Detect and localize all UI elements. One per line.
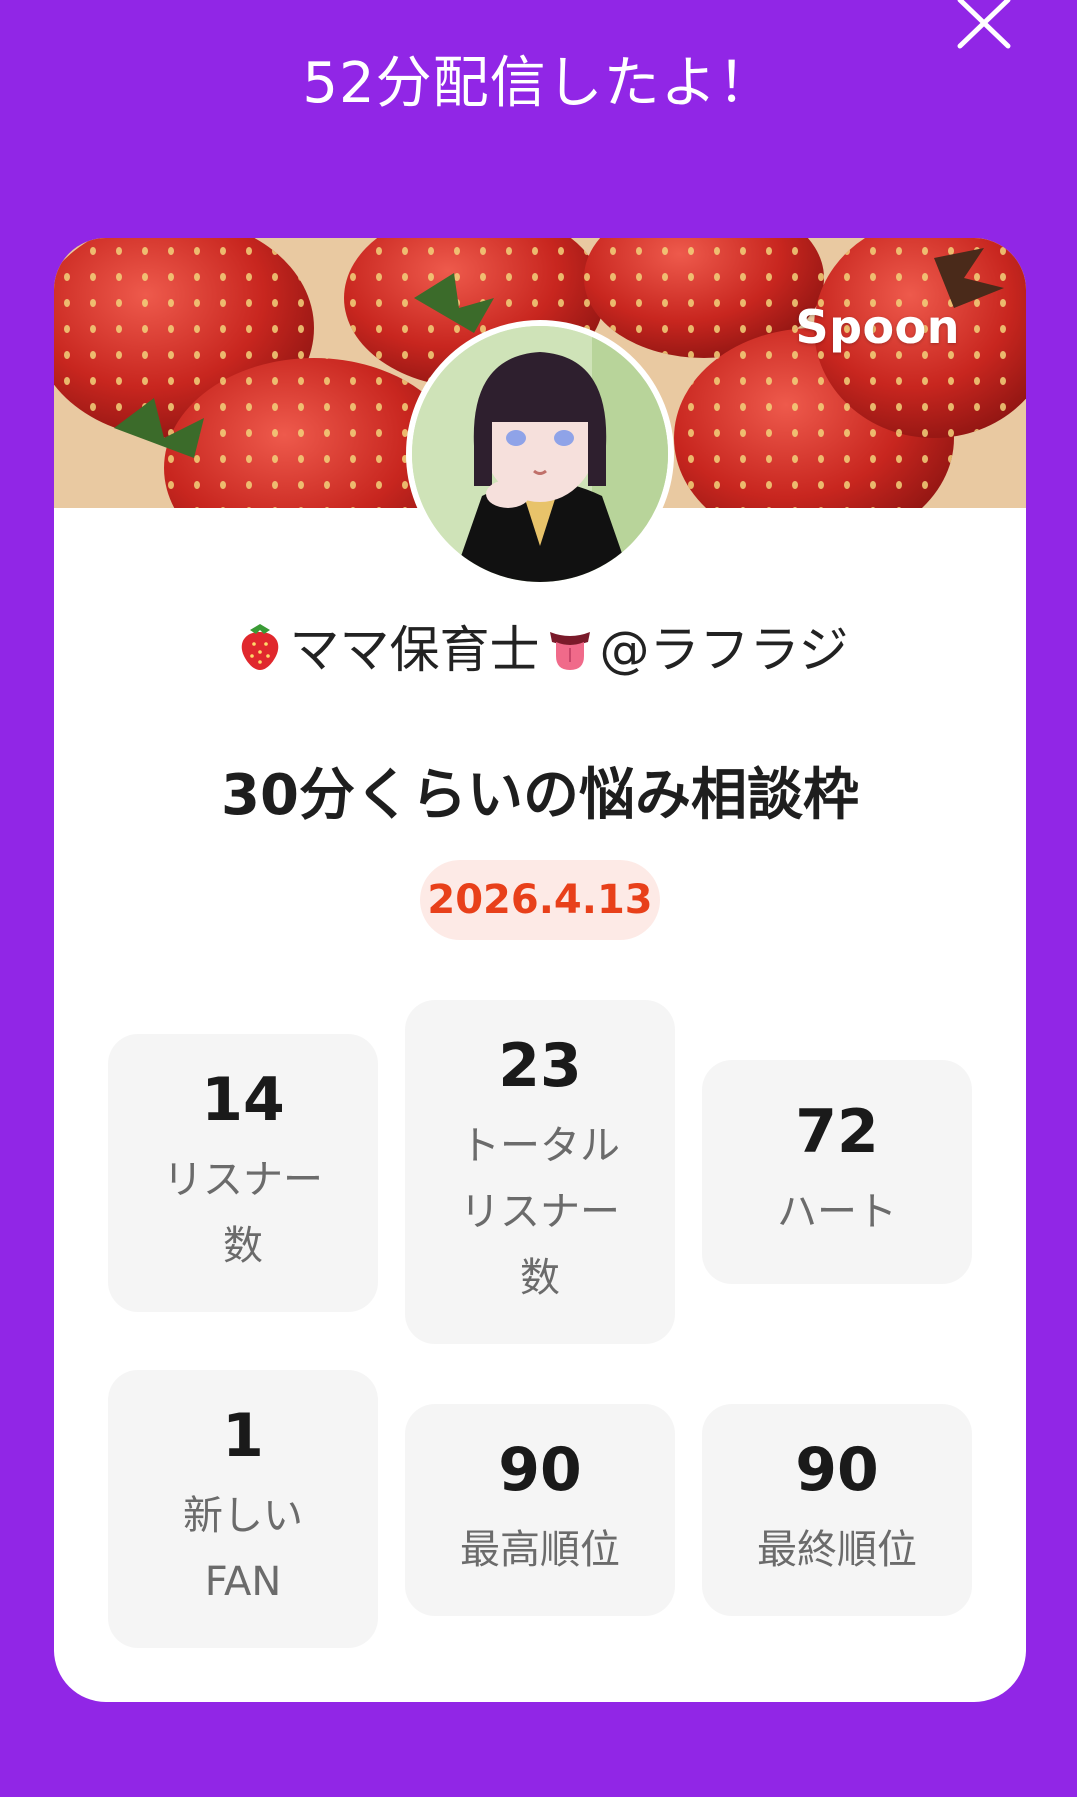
stat-label: トータル リスナー 数 bbox=[460, 1123, 620, 1301]
stat-value: 90 bbox=[795, 1435, 879, 1505]
spoon-logo: Spoon bbox=[795, 300, 960, 354]
room-title: 30分くらいの悩み相談枠 bbox=[221, 763, 859, 828]
stat-label: ハート bbox=[777, 1189, 897, 1235]
username-name: ママ保育士 bbox=[289, 621, 540, 679]
stat-value: 72 bbox=[795, 1097, 879, 1167]
strawberry-icon bbox=[241, 624, 278, 670]
stat-label: 最終順位 bbox=[757, 1527, 917, 1573]
username-handle: @ラフラジ bbox=[599, 621, 849, 679]
avatar[interactable] bbox=[406, 320, 674, 588]
stat-listeners: 14 リスナー 数 bbox=[108, 1034, 378, 1312]
stat-value: 23 bbox=[498, 1031, 582, 1101]
stat-total-listeners: 23 トータル リスナー 数 bbox=[405, 1000, 675, 1344]
header-title: 52分配信したよ！ bbox=[302, 51, 775, 116]
stat-hearts: 72 ハート bbox=[702, 1060, 972, 1284]
stat-label: リスナー 数 bbox=[163, 1157, 323, 1269]
stat-label: 新しい FAN bbox=[183, 1493, 303, 1605]
close-icon bbox=[957, 0, 1011, 49]
close-button[interactable] bbox=[952, 0, 1016, 52]
username: ママ保育士 @ラフラジ bbox=[54, 610, 1026, 682]
stat-value: 90 bbox=[498, 1435, 582, 1505]
tongue-icon bbox=[549, 632, 590, 670]
stat-best-rank: 90 最高順位 bbox=[405, 1404, 675, 1616]
stat-label: 最高順位 bbox=[460, 1527, 620, 1573]
broadcast-summary-card: Spoon ママ保育士 @ラフラジ 30分くらいの悩み相談枠 2026.4.13… bbox=[54, 238, 1026, 1702]
stat-final-rank: 90 最終順位 bbox=[702, 1404, 972, 1616]
date-badge: 2026.4.13 bbox=[420, 860, 660, 940]
stat-value: 14 bbox=[201, 1065, 285, 1135]
stat-new-fans: 1 新しい FAN bbox=[108, 1370, 378, 1648]
stat-value: 1 bbox=[222, 1401, 264, 1471]
